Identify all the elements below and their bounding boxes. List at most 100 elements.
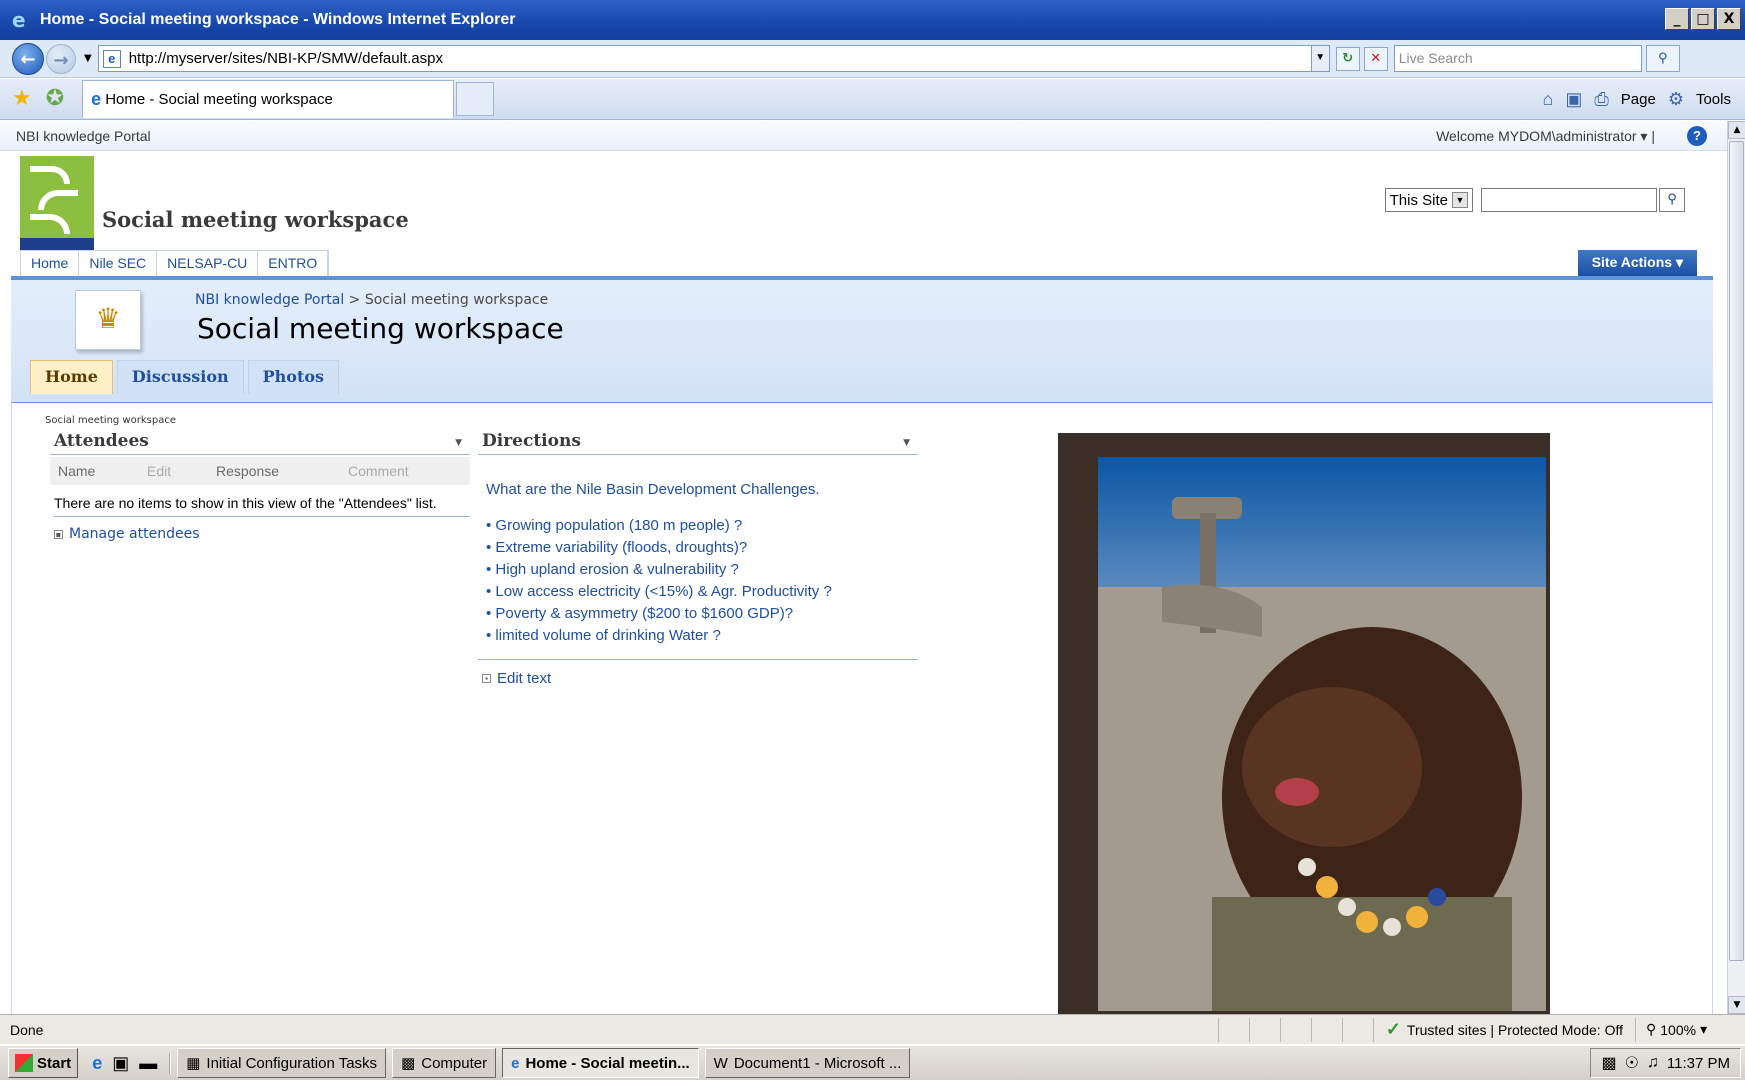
meeting-workspace-icon: ♛ bbox=[75, 290, 141, 350]
vertical-scrollbar[interactable]: ▲ ▼ bbox=[1727, 121, 1745, 1014]
page-title: Social meeting workspace bbox=[197, 312, 564, 345]
forward-button[interactable]: → bbox=[46, 43, 76, 74]
breadcrumb-current[interactable]: Social meeting workspace bbox=[365, 292, 548, 308]
list-item: Growing population (180 m people) ? bbox=[486, 515, 918, 537]
column-edit: Edit bbox=[147, 463, 172, 479]
close-button[interactable]: X bbox=[1717, 8, 1741, 30]
volume-icon[interactable]: ♫ bbox=[1647, 1054, 1659, 1072]
manage-attendees-link[interactable]: ▪ Manage attendees bbox=[54, 526, 470, 542]
breadcrumb-separator: > bbox=[348, 292, 361, 308]
web-part-zone: Social meeting workspace Attendees ▼ Nam… bbox=[11, 402, 1713, 1014]
help-icon[interactable]: ? bbox=[1687, 126, 1707, 146]
windows-flag-icon bbox=[15, 1054, 33, 1072]
zone-label: Social meeting workspace bbox=[45, 415, 176, 426]
recent-pages-dropdown-icon[interactable]: ▼ bbox=[84, 53, 92, 64]
start-button[interactable]: Start bbox=[8, 1048, 79, 1078]
tab-bar: ★ ✪ e Home - Social meeting workspace ⌂ … bbox=[0, 79, 1745, 120]
bullet-square-icon: ▪ bbox=[482, 674, 491, 683]
browser-tab-active[interactable]: e Home - Social meeting workspace bbox=[82, 80, 455, 118]
status-panel bbox=[1217, 1017, 1249, 1042]
attendees-menu-icon[interactable]: ▼ bbox=[455, 438, 462, 448]
favorites-star-icon[interactable]: ★ bbox=[12, 88, 32, 110]
back-button[interactable]: ← bbox=[12, 42, 44, 75]
nbi-logo[interactable] bbox=[20, 156, 94, 250]
clock[interactable]: 11:37 PM bbox=[1667, 1055, 1730, 1072]
quick-launch-server-icon[interactable]: ▣ bbox=[112, 1053, 129, 1074]
bullet-square-icon: ▪ bbox=[54, 529, 63, 539]
address-dropdown-icon[interactable]: ▼ bbox=[1310, 46, 1329, 71]
directions-title[interactable]: Directions bbox=[478, 431, 581, 451]
site-search-input[interactable] bbox=[1481, 188, 1657, 212]
directions-menu-icon[interactable]: ▼ bbox=[903, 438, 910, 448]
internet-explorer-icon: e bbox=[12, 8, 26, 32]
site-actions-menu[interactable]: Site Actions ▾ bbox=[1577, 250, 1697, 276]
site-title[interactable]: Social meeting workspace bbox=[102, 207, 409, 232]
tab-discussion[interactable]: Discussion bbox=[116, 360, 244, 394]
topnav-entro[interactable]: ENTRO bbox=[258, 251, 329, 276]
top-navigation: Home Nile SEC NELSAP-CU ENTRO bbox=[20, 250, 330, 276]
print-icon[interactable]: ⎙ bbox=[1594, 89, 1608, 110]
add-favorites-icon[interactable]: ✪ bbox=[46, 88, 64, 110]
topnav-home[interactable]: Home bbox=[21, 251, 80, 276]
tools-gear-icon[interactable]: ⚙ bbox=[1668, 89, 1684, 110]
status-panel bbox=[1310, 1017, 1342, 1042]
tab-photos[interactable]: Photos bbox=[247, 360, 340, 394]
edit-text-link[interactable]: ▪ Edit text bbox=[478, 659, 918, 687]
directions-header: Directions ▼ bbox=[478, 428, 918, 455]
feeds-icon[interactable]: ▣ bbox=[1565, 89, 1582, 110]
welcome-menu[interactable]: Welcome MYDOM\administrator ▾ | bbox=[1436, 128, 1655, 145]
search-button[interactable]: ⚲ bbox=[1645, 45, 1680, 72]
search-scope-select[interactable]: This Site ▼ bbox=[1384, 188, 1473, 212]
taskbar-computer[interactable]: ▩ Computer bbox=[392, 1048, 497, 1078]
breadcrumb-root[interactable]: NBI knowledge Portal bbox=[195, 292, 344, 308]
computer-icon: ▩ bbox=[401, 1055, 416, 1072]
new-tab-button[interactable] bbox=[456, 82, 495, 116]
restore-button[interactable]: □ bbox=[1691, 8, 1715, 30]
topnav-nile-sec[interactable]: Nile SEC bbox=[79, 251, 158, 276]
refresh-button[interactable]: ↻ bbox=[1335, 46, 1360, 71]
minimize-button[interactable]: _ bbox=[1665, 8, 1689, 30]
site-search-icon[interactable]: ⚲ bbox=[1659, 188, 1685, 212]
attendees-title[interactable]: Attendees bbox=[50, 431, 149, 451]
scroll-down-icon[interactable]: ▼ bbox=[1728, 996, 1745, 1014]
attendees-column-headers: Name Edit Response Comment bbox=[50, 457, 470, 485]
security-icon[interactable]: ☉ bbox=[1625, 1053, 1639, 1073]
address-toolbar: ← → ▼ e http://myserver/sites/NBI-KP/SMW… bbox=[0, 40, 1745, 78]
zoom-control[interactable]: ⚲ 100% ▾ bbox=[1635, 1017, 1745, 1042]
quick-launch-ie-icon[interactable]: e bbox=[92, 1053, 102, 1074]
security-zone[interactable]: ✓ Trusted sites | Protected Mode: Off bbox=[1372, 1017, 1635, 1042]
taskbar-initial-config[interactable]: ▦ Initial Configuration Tasks bbox=[177, 1048, 387, 1078]
quick-launch: e ▣ ▬ bbox=[92, 1052, 172, 1074]
status-bar: Done ✓ Trusted sites | Protected Mode: O… bbox=[0, 1014, 1745, 1044]
site-actions-label: Site Actions bbox=[1591, 254, 1673, 270]
list-item: High upland erosion & vulnerability ? bbox=[486, 559, 918, 581]
config-icon: ▦ bbox=[186, 1055, 201, 1072]
scroll-thumb[interactable] bbox=[1729, 141, 1744, 961]
quick-launch-desktop-icon[interactable]: ▬ bbox=[139, 1053, 157, 1074]
list-item: Poverty & asymmetry ($200 to $1600 GDP)? bbox=[486, 603, 918, 625]
stop-button[interactable]: ✕ bbox=[1363, 46, 1388, 71]
sharepoint-page: NBI knowledge Portal Welcome MYDOM\admin… bbox=[0, 121, 1727, 1014]
page-menu[interactable]: Page bbox=[1621, 91, 1656, 108]
url-text[interactable]: http://myserver/sites/NBI-KP/SMW/default… bbox=[129, 50, 443, 67]
tab-home[interactable]: Home bbox=[30, 360, 113, 394]
topnav-nelsap-cu[interactable]: NELSAP-CU bbox=[157, 251, 259, 276]
address-bar[interactable]: e http://myserver/sites/NBI-KP/SMW/defau… bbox=[97, 45, 1330, 72]
child-drinking-photo bbox=[1062, 437, 1546, 1011]
taskbar-word-document[interactable]: W Document1 - Microsoft ... bbox=[704, 1048, 911, 1078]
taskbar-ie-window[interactable]: e Home - Social meetin... bbox=[502, 1048, 699, 1078]
network-icon[interactable]: ▩ bbox=[1601, 1053, 1616, 1073]
list-item: Low access electricity (<15%) & Agr. Pro… bbox=[486, 581, 918, 603]
column-name[interactable]: Name bbox=[58, 463, 147, 479]
live-search-input[interactable]: Live Search bbox=[1393, 45, 1642, 72]
global-portal-link[interactable]: NBI knowledge Portal bbox=[16, 128, 151, 144]
tools-menu[interactable]: Tools bbox=[1696, 91, 1731, 108]
directions-list: Growing population (180 m people) ? Extr… bbox=[486, 515, 918, 647]
column-response[interactable]: Response bbox=[216, 463, 348, 479]
home-icon[interactable]: ⌂ bbox=[1542, 89, 1553, 110]
status-cells: ✓ Trusted sites | Protected Mode: Off ⚲ … bbox=[1217, 1015, 1745, 1044]
windows-taskbar: Start e ▣ ▬ ▦ Initial Configuration Task… bbox=[0, 1045, 1745, 1080]
search-scope-value: This Site bbox=[1389, 191, 1448, 209]
page-icon: e bbox=[102, 49, 121, 68]
scroll-up-icon[interactable]: ▲ bbox=[1728, 121, 1745, 139]
